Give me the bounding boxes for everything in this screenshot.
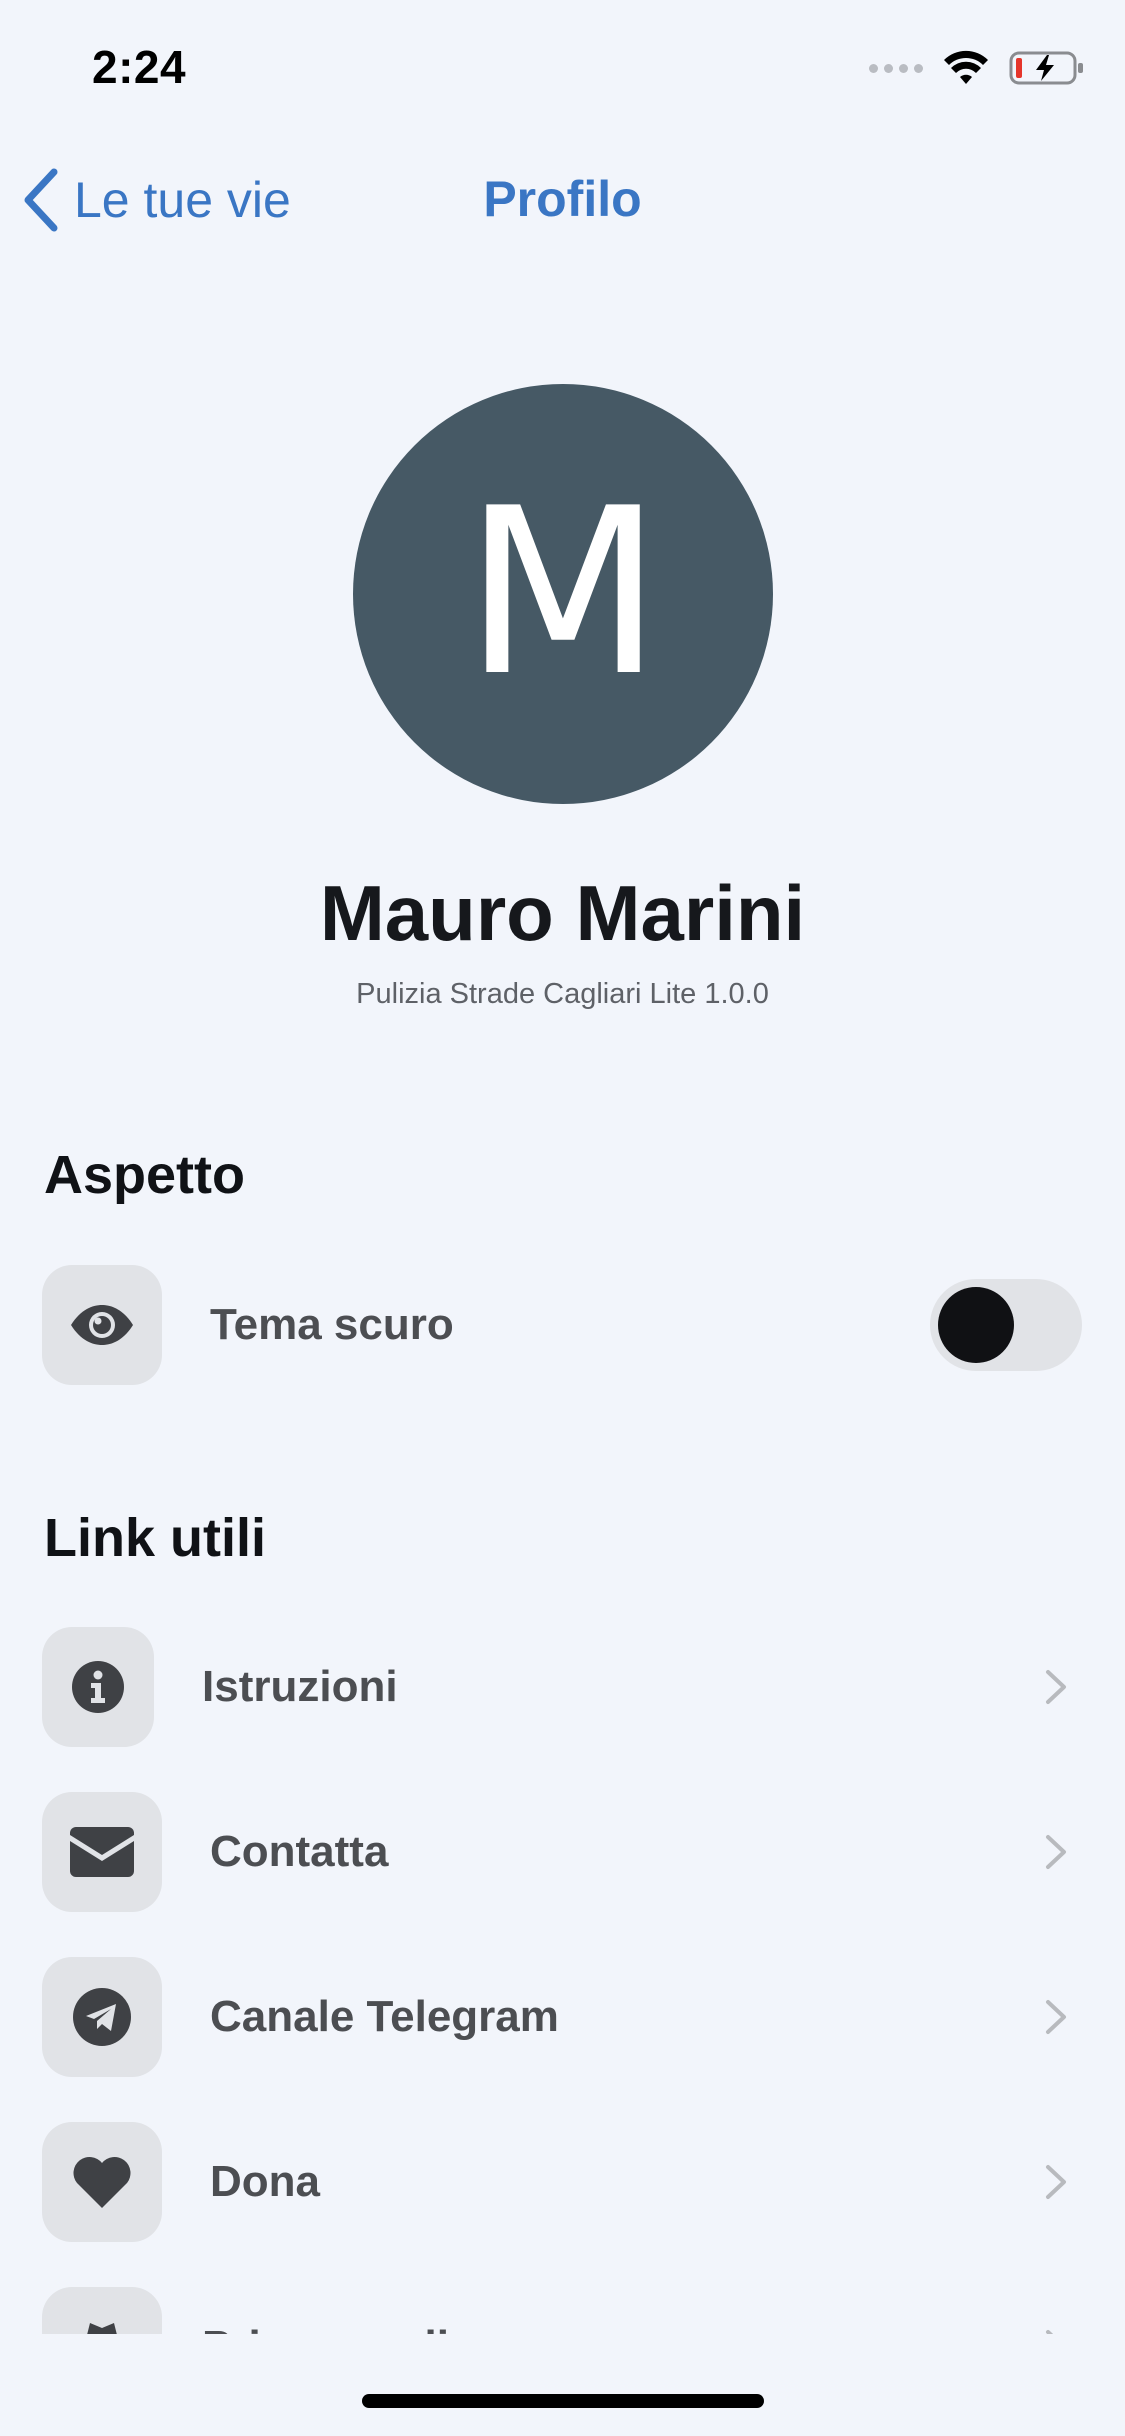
- chevron-right-icon: [1036, 1667, 1076, 1707]
- telegram-icon: [73, 1988, 131, 2046]
- contatta-label: Contatta: [210, 1827, 389, 1876]
- home-indicator[interactable]: [362, 2394, 764, 2408]
- cellular-signal-icon: [869, 63, 923, 73]
- link-row-telegram[interactable]: Canale Telegram: [42, 1957, 1082, 2077]
- dona-icon-box: [42, 2122, 162, 2242]
- link-row-contatta[interactable]: Contatta: [42, 1792, 1082, 1912]
- link-row-istruzioni[interactable]: Istruzioni: [42, 1627, 1082, 1747]
- wifi-icon: [944, 50, 988, 84]
- dark-theme-icon-box: [42, 1265, 162, 1385]
- page-title: Profilo: [483, 171, 642, 227]
- avatar-initial: M: [463, 460, 663, 727]
- toggle-knob: [938, 1287, 1014, 1363]
- info-icon: [72, 1661, 124, 1713]
- battery-charging-icon: [1009, 51, 1083, 85]
- heart-icon: [73, 2156, 131, 2208]
- section-title-appearance: Aspetto: [44, 1145, 245, 1205]
- chevron-right-icon: [1036, 2162, 1076, 2202]
- user-name: Mauro Marini: [319, 869, 806, 957]
- telegram-label: Canale Telegram: [210, 1992, 559, 2041]
- status-bar: 2:24: [0, 0, 1125, 140]
- status-time: 2:24: [92, 41, 187, 93]
- envelope-icon: [70, 1827, 134, 1877]
- bottom-safe-area: [0, 2334, 1125, 2436]
- avatar: M: [353, 384, 773, 804]
- dona-label: Dona: [210, 2157, 320, 2206]
- chevron-right-icon: [1036, 1832, 1076, 1872]
- telegram-icon-box: [42, 1957, 162, 2077]
- app-version: Pulizia Strade Cagliari Lite 1.0.0: [356, 978, 769, 1010]
- istruzioni-icon-box: [42, 1627, 154, 1747]
- contatta-icon-box: [42, 1792, 162, 1912]
- eye-icon: [71, 1305, 133, 1345]
- profile-screen: 2:24 Le tue vie Profilo M Mauro Marini P…: [0, 0, 1125, 2436]
- status-indicators: [869, 46, 1085, 90]
- dark-theme-label: Tema scuro: [210, 1300, 454, 1349]
- chevron-right-icon: [1036, 1997, 1076, 2037]
- dark-theme-row: Tema scuro: [42, 1265, 1082, 1385]
- navigation-bar: Le tue vie Profilo: [0, 150, 1125, 250]
- section-title-links: Link utili: [44, 1508, 266, 1568]
- dark-theme-toggle[interactable]: [930, 1279, 1082, 1371]
- link-row-dona[interactable]: Dona: [42, 2122, 1082, 2242]
- istruzioni-label: Istruzioni: [202, 1662, 398, 1711]
